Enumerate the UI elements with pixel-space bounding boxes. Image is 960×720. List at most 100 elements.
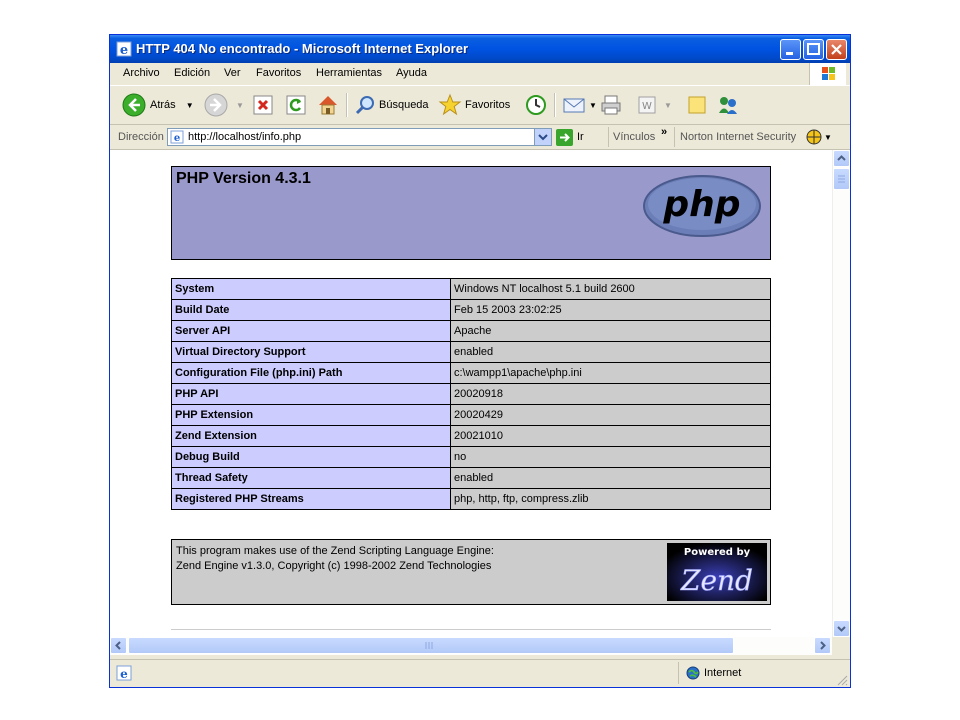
mail-icon xyxy=(563,98,585,113)
note-icon xyxy=(688,96,706,114)
scroll-left-button[interactable] xyxy=(110,637,127,654)
mail-button[interactable]: ▼ xyxy=(562,91,597,119)
table-row: Configuration File (php.ini) Path c:\wamp… xyxy=(171,362,771,384)
close-button[interactable] xyxy=(826,39,847,60)
back-arrow-icon xyxy=(122,93,146,117)
row-key: Build Date xyxy=(171,299,451,321)
row-key: Zend Extension xyxy=(171,425,451,447)
zend-line-1: This program makes use of the Zend Scrip… xyxy=(176,545,494,557)
windows-flag-icon xyxy=(822,67,835,80)
address-url: http://localhost/info.php xyxy=(188,131,302,143)
back-dropdown-icon[interactable]: ▼ xyxy=(186,101,194,110)
page-content: PHP Version 4.3.1 php System Windows NT l… xyxy=(110,150,832,637)
row-key: Virtual Directory Support xyxy=(171,341,451,363)
row-value: php, http, ftp, compress.zlib xyxy=(450,488,771,510)
vertical-scrollbar[interactable] xyxy=(832,150,850,637)
refresh-button[interactable] xyxy=(285,91,307,119)
table-row: Thread Safety enabled xyxy=(171,467,771,489)
ie-icon: e xyxy=(116,41,132,57)
window-title: HTTP 404 No encontrado - Microsoft Inter… xyxy=(136,41,469,56)
mail-dropdown-icon[interactable]: ▼ xyxy=(589,101,597,110)
svg-text:W: W xyxy=(642,101,652,112)
zend-line-2: Zend Engine v1.3.0, Copyright (c) 1998-2… xyxy=(176,560,492,572)
edit-dropdown-icon[interactable]: ▼ xyxy=(664,101,672,110)
table-row: System Windows NT localhost 5.1 build 260… xyxy=(171,278,771,300)
row-value: 20020918 xyxy=(450,383,771,405)
forward-arrow-icon xyxy=(204,93,228,117)
row-key: Registered PHP Streams xyxy=(171,488,451,510)
row-value: Apache xyxy=(450,320,771,342)
table-row: Registered PHP Streams php, http, ftp, co… xyxy=(171,488,771,510)
row-value: 20020429 xyxy=(450,404,771,426)
chevron-down-icon xyxy=(837,626,846,632)
edit-button[interactable]: W ▼ xyxy=(636,91,672,119)
title-bar[interactable]: e HTTP 404 No encontrado - Microsoft Int… xyxy=(110,35,850,63)
history-button[interactable] xyxy=(524,91,548,119)
scroll-down-button[interactable] xyxy=(833,620,850,637)
row-value: no xyxy=(450,446,771,468)
maximize-icon xyxy=(807,43,820,55)
php-header: PHP Version 4.3.1 php xyxy=(171,166,771,260)
maximize-button[interactable] xyxy=(803,39,824,60)
row-key: System xyxy=(171,278,451,300)
menu-ver[interactable]: Ver xyxy=(224,67,241,79)
norton-button[interactable]: ▼ xyxy=(806,129,832,145)
zend-logo[interactable]: Powered by Zend xyxy=(667,543,767,601)
resize-grip-icon[interactable] xyxy=(836,674,848,686)
scroll-up-button[interactable] xyxy=(833,150,850,167)
favorites-button[interactable]: Favoritos xyxy=(438,91,510,119)
forward-dropdown-icon[interactable]: ▼ xyxy=(236,101,244,110)
go-arrow-icon xyxy=(556,128,573,146)
hscroll-thumb[interactable] xyxy=(128,637,734,654)
menu-archivo[interactable]: Archivo xyxy=(123,67,160,79)
row-value: 20021010 xyxy=(450,425,771,447)
horizontal-scrollbar[interactable] xyxy=(110,637,832,655)
svg-text:e: e xyxy=(120,43,128,57)
search-button[interactable]: Búsqueda xyxy=(354,91,429,119)
page-icon: e xyxy=(170,130,184,144)
standard-toolbar: Atrás ▼ ▼ Búsqueda Favoritos ▼ W ▼ xyxy=(110,86,850,125)
messenger-button[interactable] xyxy=(716,91,740,119)
menu-edicion[interactable]: Edición xyxy=(174,67,210,79)
minimize-button[interactable] xyxy=(780,39,801,60)
discuss-button[interactable] xyxy=(686,91,708,119)
address-bar: Dirección e http://localhost/info.php Ir… xyxy=(110,125,850,150)
chevron-left-icon xyxy=(115,641,121,650)
links-label[interactable]: Vínculos xyxy=(613,131,655,143)
menu-favoritos[interactable]: Favoritos xyxy=(256,67,301,79)
print-button[interactable] xyxy=(599,91,623,119)
home-button[interactable] xyxy=(316,91,340,119)
go-label: Ir xyxy=(577,131,584,143)
table-row: Virtual Directory Support enabled xyxy=(171,341,771,363)
stop-icon xyxy=(253,95,273,115)
back-button[interactable]: Atrás ▼ xyxy=(122,91,194,119)
back-label: Atrás xyxy=(150,99,176,111)
menu-herramientas[interactable]: Herramientas xyxy=(316,67,382,79)
close-icon xyxy=(831,44,842,55)
menu-ayuda[interactable]: Ayuda xyxy=(396,67,427,79)
row-value: enabled xyxy=(450,467,771,489)
stop-button[interactable] xyxy=(252,91,274,119)
star-icon xyxy=(438,93,462,116)
minimize-icon xyxy=(786,52,793,55)
chevron-right-icon xyxy=(820,641,826,650)
forward-button[interactable]: ▼ xyxy=(204,91,244,119)
scroll-thumb[interactable] xyxy=(833,168,850,190)
norton-label[interactable]: Norton Internet Security xyxy=(680,131,796,143)
chevron-down-icon xyxy=(538,134,548,141)
address-input[interactable]: e http://localhost/info.php xyxy=(167,128,552,146)
scroll-right-button[interactable] xyxy=(814,637,831,654)
grip-icon xyxy=(838,175,845,183)
info-table: System Windows NT localhost 5.1 build 260… xyxy=(171,278,771,510)
chevron-right-icon[interactable]: » xyxy=(661,126,667,138)
home-icon xyxy=(319,96,337,115)
go-button[interactable]: Ir xyxy=(556,128,584,146)
internet-zone-icon xyxy=(686,666,700,680)
address-dropdown-button[interactable] xyxy=(534,129,551,145)
grip-icon xyxy=(425,642,433,649)
row-key: Server API xyxy=(171,320,451,342)
printer-icon xyxy=(601,95,621,115)
menu-bar: Archivo Edición Ver Favoritos Herramient… xyxy=(110,63,850,86)
table-row: Debug Build no xyxy=(171,446,771,468)
status-bar: e Internet xyxy=(110,659,850,687)
